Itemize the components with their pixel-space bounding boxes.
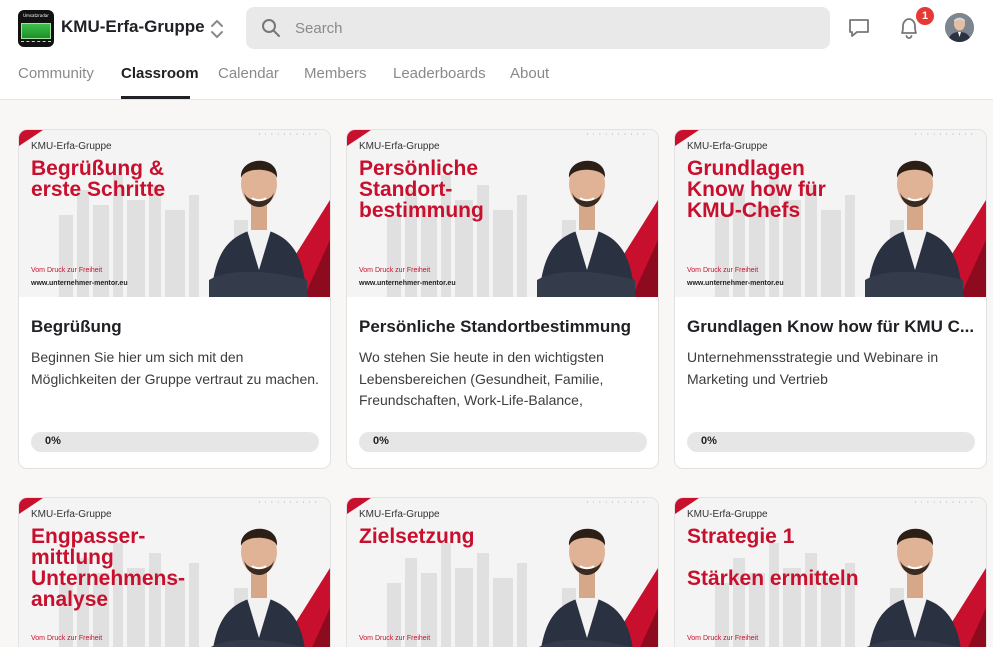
- cover-dots: · · · · · · · · · ·: [914, 131, 974, 138]
- course-description: Unternehmensstrategie und Webinare in Ma…: [687, 349, 939, 387]
- course-progress-bar: 0%: [687, 432, 975, 452]
- course-cover-image[interactable]: · · · · · · · · · · KMU-Erfa-Gruppe Begr…: [19, 130, 330, 297]
- cover-headline-line: analyse: [31, 588, 109, 611]
- course-progress-bar: 0%: [359, 432, 647, 452]
- tab-community[interactable]: Community: [18, 65, 94, 82]
- cover-website: www.unternehmer-mentor.eu: [31, 280, 128, 287]
- tab-about[interactable]: About: [510, 65, 549, 82]
- cover-headline-line: Engpasser-: [31, 525, 146, 548]
- course-title[interactable]: Begrüßung: [31, 317, 321, 337]
- cover-brand: KMU-Erfa-Gruppe: [359, 141, 440, 152]
- course-card[interactable]: · · · · · · · · · · KMU-Erfa-Gruppe Stra…: [674, 497, 987, 647]
- course-cover-image[interactable]: · · · · · · · · · · KMU-Erfa-Gruppe Engp…: [19, 498, 330, 647]
- search-input[interactable]: [295, 15, 815, 41]
- cover-headline-line: Zielsetzung: [359, 525, 475, 548]
- course-cover-image[interactable]: · · · · · · · · · · KMU-Erfa-Gruppe Pers…: [347, 130, 658, 297]
- cover-headline-line: Begrüßung &: [31, 157, 164, 180]
- cover-headline-line: Know how für: [687, 178, 826, 201]
- cover-dots: · · · · · · · · · ·: [258, 499, 318, 506]
- cover-brand: KMU-Erfa-Gruppe: [359, 509, 440, 520]
- cover-headline-line: Unternehmens-: [31, 567, 186, 590]
- cover-headline-line: erste Schritte: [31, 178, 166, 201]
- user-avatar[interactable]: [945, 13, 974, 42]
- tab-members[interactable]: Members: [304, 65, 367, 82]
- group-logo[interactable]: Umsatzradar: [18, 10, 54, 47]
- cover-tagline: Vom Druck zur Freiheit: [31, 267, 103, 274]
- course-cover-image[interactable]: · · · · · · · · · · KMU-Erfa-Gruppe Grun…: [675, 130, 986, 297]
- chat-icon[interactable]: [847, 17, 871, 39]
- cover-dots: · · · · · · · · · ·: [586, 131, 646, 138]
- group-name[interactable]: KMU-Erfa-Gruppe: [61, 17, 205, 37]
- cover-brand: KMU-Erfa-Gruppe: [687, 141, 768, 152]
- active-tab-indicator: [121, 96, 190, 99]
- cover-tagline: Vom Druck zur Freiheit: [687, 267, 759, 274]
- tab-leaderboards[interactable]: Leaderboards: [393, 65, 486, 82]
- progress-label: 0%: [373, 435, 389, 447]
- course-card[interactable]: · · · · · · · · · · KMU-Erfa-Gruppe Grun…: [674, 129, 987, 469]
- notification-badge: 1: [914, 5, 936, 27]
- course-title[interactable]: Grundlagen Know how für KMU C...: [687, 317, 977, 337]
- progress-label: 0%: [45, 435, 61, 447]
- logo-divider: [21, 41, 51, 43]
- cover-headline-line: Standort-: [359, 178, 453, 201]
- cover-headline-line: mittlung: [31, 546, 114, 569]
- progress-label: 0%: [701, 435, 717, 447]
- course-progress-bar: 0%: [31, 432, 319, 452]
- course-description: Beginnen Sie hier um sich mit den Möglic…: [31, 349, 319, 387]
- logo-text: Umsatzradar: [23, 13, 49, 18]
- cover-headline-line: Grundlagen: [687, 157, 805, 180]
- course-title[interactable]: Persönliche Standortbestimmung: [359, 317, 649, 337]
- cover-tagline: Vom Druck zur Freiheit: [359, 635, 431, 642]
- cover-headline-line: Persönliche: [359, 157, 479, 180]
- search-bar[interactable]: [246, 7, 830, 49]
- cover-tagline: Vom Druck zur Freiheit: [687, 635, 759, 642]
- cover-brand: KMU-Erfa-Gruppe: [687, 509, 768, 520]
- cover-website: www.unternehmer-mentor.eu: [359, 280, 456, 287]
- chevron-up-down-icon[interactable]: [206, 16, 228, 42]
- cover-brand: KMU-Erfa-Gruppe: [31, 509, 112, 520]
- cover-headline-line: Stärken ermitteln: [687, 567, 859, 590]
- tab-calendar[interactable]: Calendar: [218, 65, 279, 82]
- course-card[interactable]: · · · · · · · · · · KMU-Erfa-Gruppe Ziel…: [346, 497, 659, 647]
- cover-headline: Strategie 1 Stärken ermitteln: [687, 526, 877, 589]
- cover-dots: · · · · · · · · · ·: [914, 499, 974, 506]
- cover-brand: KMU-Erfa-Gruppe: [31, 141, 112, 152]
- course-cover-image[interactable]: · · · · · · · · · · KMU-Erfa-Gruppe Ziel…: [347, 498, 658, 647]
- search-icon: [262, 19, 280, 37]
- cover-headline: Engpasser-mittlung Unternehmens-analyse: [31, 526, 221, 610]
- cover-headline: Begrüßung & erste Schritte: [31, 158, 221, 200]
- cover-headline: Persönliche Standort-bestimmung: [359, 158, 549, 221]
- cover-headline-line: Strategie 1: [687, 525, 795, 548]
- cover-headline: Grundlagen Know how für KMU-Chefs: [687, 158, 877, 221]
- cover-tagline: Vom Druck zur Freiheit: [31, 635, 103, 642]
- logo-chart-graphic: [21, 23, 51, 39]
- cover-headline-line: KMU-Chefs: [687, 199, 801, 222]
- cover-dots: · · · · · · · · · ·: [258, 131, 318, 138]
- avatar-image: [945, 13, 974, 42]
- cover-website: www.unternehmer-mentor.eu: [687, 280, 784, 287]
- course-card[interactable]: · · · · · · · · · · KMU-Erfa-Gruppe Begr…: [18, 129, 331, 469]
- course-cover-image[interactable]: · · · · · · · · · · KMU-Erfa-Gruppe Stra…: [675, 498, 986, 647]
- course-card[interactable]: · · · · · · · · · · KMU-Erfa-Gruppe Engp…: [18, 497, 331, 647]
- course-card[interactable]: · · · · · · · · · · KMU-Erfa-Gruppe Pers…: [346, 129, 659, 469]
- cover-dots: · · · · · · · · · ·: [586, 499, 646, 506]
- tab-classroom[interactable]: Classroom: [121, 65, 199, 82]
- cover-tagline: Vom Druck zur Freiheit: [359, 267, 431, 274]
- cover-headline: Zielsetzung: [359, 526, 549, 547]
- cover-headline-line: bestimmung: [359, 199, 484, 222]
- cover-headline-line: [687, 547, 877, 568]
- course-description: Wo stehen Sie heute in den wichtigsten L…: [359, 349, 604, 408]
- top-header: Umsatzradar KMU-Erfa-Gruppe 1 Community …: [0, 0, 993, 100]
